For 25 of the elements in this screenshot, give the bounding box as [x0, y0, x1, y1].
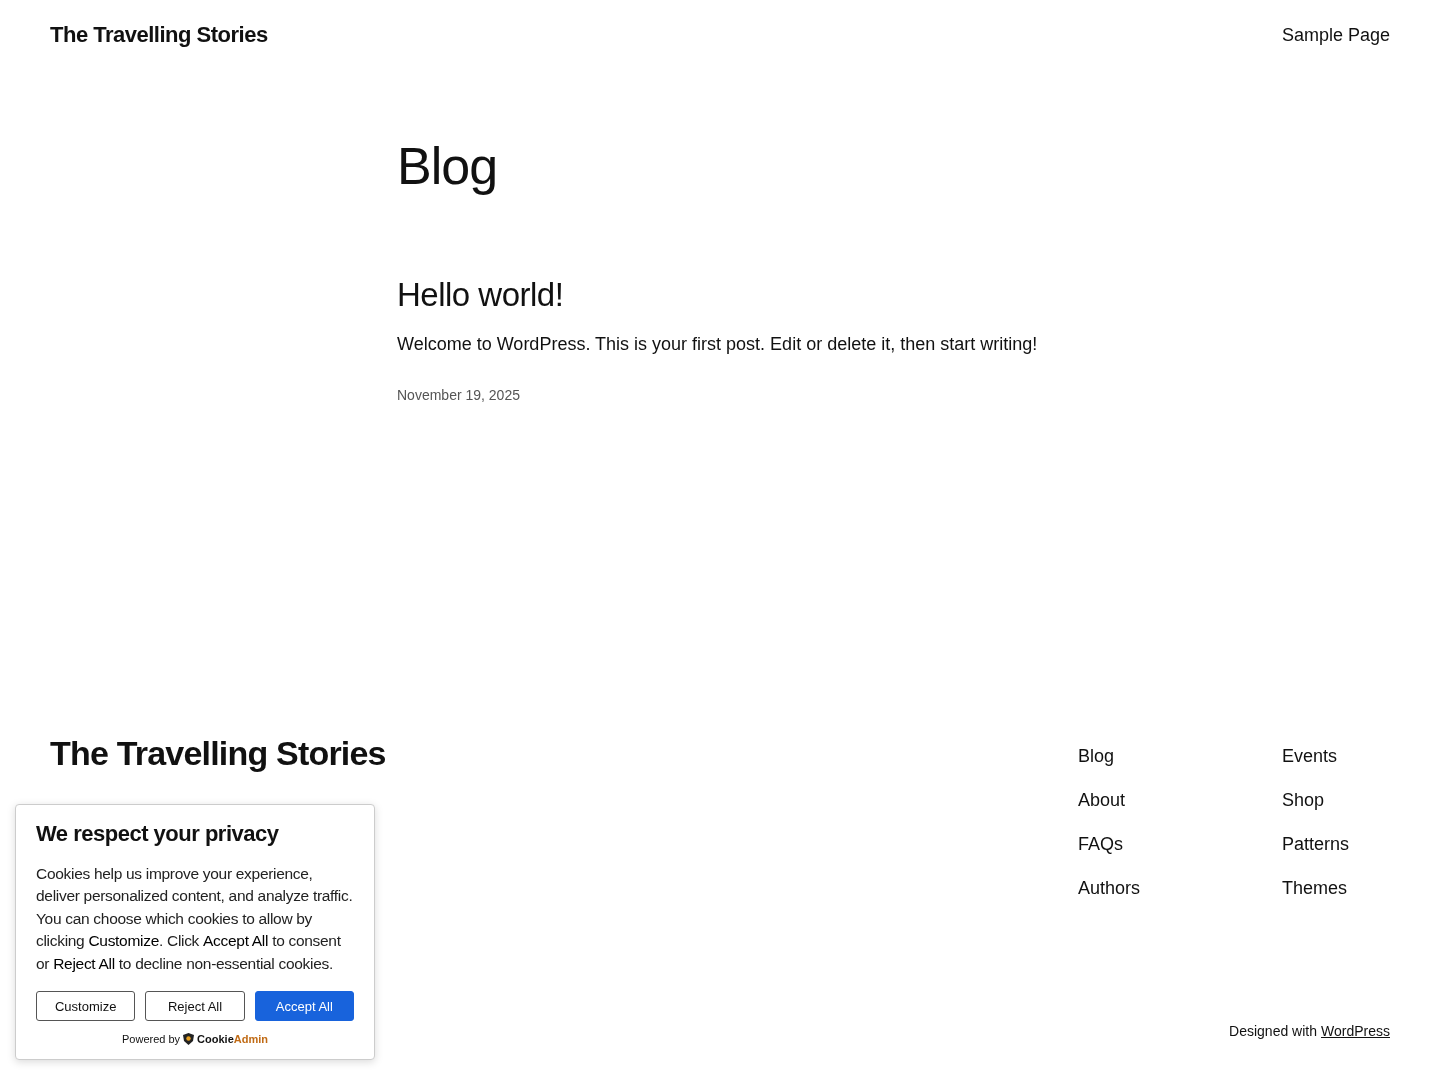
footer-link[interactable]: Themes — [1282, 876, 1390, 900]
accept-button[interactable]: Accept All — [254, 991, 354, 1021]
banner-title: We respect your privacy — [36, 820, 280, 847]
site-title[interactable]: The Travelling Stories — [50, 22, 268, 48]
nav-link[interactable]: Sample Page — [1281, 24, 1390, 46]
footer-link[interactable]: FAQs — [1078, 832, 1186, 856]
banner-button[interactable]: Customize — [36, 991, 136, 1021]
banner-button[interactable]: Reject All — [145, 991, 245, 1021]
footer-link[interactable]: Shop — [1282, 788, 1390, 812]
post-date: November 19, 2025 — [397, 387, 521, 403]
page-title: Blog — [397, 136, 499, 196]
footer-link[interactable]: About — [1078, 788, 1186, 812]
footer-link[interactable]: Blog — [1078, 744, 1186, 768]
footer-link[interactable]: Events — [1282, 744, 1390, 768]
footer-site-title[interactable]: The Travelling Stories — [50, 734, 386, 773]
footer-link[interactable]: Patterns — [1282, 832, 1390, 856]
post-title[interactable]: Hello world! — [397, 276, 564, 314]
credit-link[interactable]: WordPress — [1321, 1023, 1390, 1039]
cookieadmin-logo: CookieAdmin — [197, 1033, 268, 1045]
banner-text: Cookies help us improve your experience, deliver personalized content, and analyze traffic. You can choose which cookies to allow by clicking Customize. Click Accept All to consent or Reject All to decline non-essential cookies. — [36, 863, 354, 974]
powered-by-text: Powered by — [122, 1033, 181, 1045]
shield-icon — [183, 1033, 195, 1045]
footer-link[interactable]: Authors — [1078, 876, 1186, 900]
post-excerpt: Welcome to WordPress. This is your first post. Edit or delete it, then start writing! — [397, 334, 1039, 355]
credit-text: Designed with — [1229, 1023, 1317, 1039]
